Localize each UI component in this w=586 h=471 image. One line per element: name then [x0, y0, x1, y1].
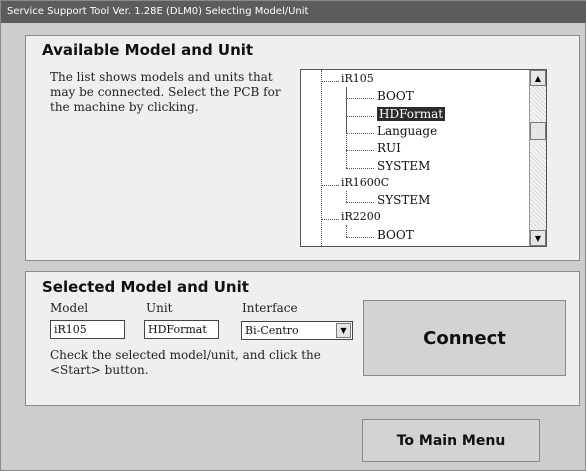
- interface-label: Interface: [242, 301, 298, 315]
- available-description: The list shows models and units that may…: [50, 70, 281, 114]
- connect-button[interactable]: Connect: [363, 300, 566, 376]
- tree-unit-item[interactable]: HDFormat: [377, 106, 446, 121]
- triangle-down-icon: ▼: [534, 233, 542, 243]
- tree-model-item[interactable]: iR2200: [341, 210, 381, 223]
- selected-heading: Selected Model and Unit: [42, 278, 249, 296]
- available-heading: Available Model and Unit: [42, 41, 254, 59]
- tree-connector: [346, 202, 374, 204]
- unit-field[interactable]: HDFormat: [144, 320, 219, 339]
- tree-connector: [321, 81, 339, 82]
- tree-model-item[interactable]: iR1600C: [341, 176, 389, 189]
- tree-connector: [321, 219, 339, 221]
- tree-connector: [321, 70, 322, 246]
- interface-select[interactable]: Bi-Centro ▼: [241, 321, 353, 340]
- tree-unit-item[interactable]: BOOT: [377, 89, 414, 103]
- tree-connector: [346, 150, 374, 152]
- tree-unit-item[interactable]: Language: [377, 124, 437, 138]
- tree-connector: [346, 115, 374, 117]
- tree-scrollbar[interactable]: ▲ ▼: [529, 70, 546, 246]
- chevron-down-icon[interactable]: ▼: [336, 323, 351, 338]
- app-window: Service Support Tool Ver. 1.28E (DLM0) S…: [0, 0, 586, 471]
- model-label: Model: [50, 301, 89, 315]
- available-model-panel: Available Model and Unit The list shows …: [25, 35, 580, 261]
- tree-connector: [346, 87, 347, 168]
- main-menu-button[interactable]: To Main Menu: [362, 419, 540, 462]
- scroll-down-button[interactable]: ▼: [530, 230, 546, 246]
- window-title: Service Support Tool Ver. 1.28E (DLM0) S…: [1, 1, 586, 23]
- scroll-up-button[interactable]: ▲: [530, 70, 546, 86]
- tree-connector: [346, 132, 374, 134]
- tree-connector: [346, 225, 347, 237]
- unit-label: Unit: [146, 301, 173, 315]
- tree-unit-item[interactable]: SYSTEM: [377, 193, 430, 207]
- tree-connector: [346, 190, 347, 203]
- interface-value: Bi-Centro: [245, 324, 299, 337]
- triangle-up-icon: ▲: [534, 73, 542, 83]
- tree-model-item[interactable]: iR105: [341, 72, 374, 85]
- scroll-thumb[interactable]: [530, 122, 546, 140]
- selection-instruction: Check the selected model/unit, and click…: [50, 348, 321, 377]
- selected-model-panel: Selected Model and Unit Model iR105 Unit…: [25, 271, 580, 406]
- tree-connector: [346, 236, 374, 238]
- tree-unit-item[interactable]: BOOT: [377, 228, 414, 242]
- tree-connector: [346, 98, 374, 100]
- model-field[interactable]: iR105: [50, 320, 125, 339]
- tree-connector: [346, 167, 374, 169]
- tree-unit-item[interactable]: RUI: [377, 141, 401, 155]
- tree-connector: [321, 184, 339, 186]
- model-unit-tree[interactable]: iR105 BOOT HDFormat Language RUI SYSTEM iR1600…: [300, 69, 547, 247]
- tree-unit-item[interactable]: SYSTEM: [377, 159, 430, 173]
